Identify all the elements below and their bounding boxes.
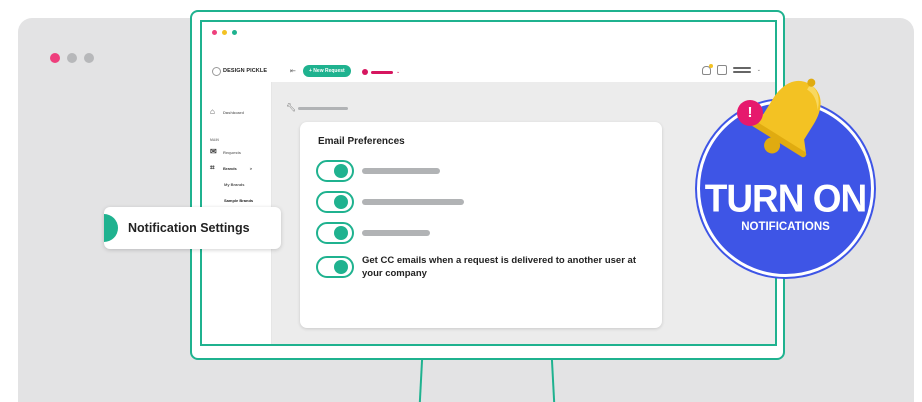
sidebar-section-main: MAIN xyxy=(210,138,219,142)
sidebar-item-my-brands[interactable]: My Brands xyxy=(224,182,244,187)
callout-label: Notification Settings xyxy=(128,221,250,235)
app-topbar: DESIGN PICKLE ⇤ + New Request ⌄ ⌄ xyxy=(202,60,775,82)
cc-emails-toggle[interactable] xyxy=(316,256,354,278)
wrench-icon: 🔧︎ xyxy=(286,103,297,112)
brand-selector[interactable]: ⌄ xyxy=(362,69,400,75)
preference-label-placeholder xyxy=(362,199,464,205)
preference-toggle[interactable] xyxy=(316,191,354,213)
window-controls xyxy=(50,53,94,63)
logo[interactable]: DESIGN PICKLE xyxy=(212,66,268,76)
cc-user-icon[interactable] xyxy=(716,65,727,75)
minimize-dot-icon[interactable] xyxy=(222,30,227,35)
home-icon: ⌂ xyxy=(210,107,215,116)
sidebar-item-requests[interactable]: ✉ Requests xyxy=(210,148,241,156)
preference-label-placeholder xyxy=(362,168,440,174)
brand-name-placeholder xyxy=(371,70,393,74)
chevron-down-icon: ⌄ xyxy=(396,69,401,75)
callout-accent xyxy=(104,214,118,242)
pickle-logo-icon xyxy=(212,66,221,76)
chevron-right-icon: > xyxy=(249,165,253,171)
illustration: DESIGN PICKLE ⇤ + New Request ⌄ ⌄ ⌂ Dash… xyxy=(0,0,922,402)
preference-row xyxy=(316,160,440,182)
requests-icon: ✉ xyxy=(210,147,217,156)
sidebar-item-label: Dashboard xyxy=(223,109,244,115)
sidebar-item-sample-brands[interactable]: Sample Brands xyxy=(224,198,253,203)
monitor-screen: DESIGN PICKLE ⇤ + New Request ⌄ ⌄ ⌂ Dash… xyxy=(200,20,777,346)
new-request-button[interactable]: + New Request xyxy=(303,65,351,77)
preference-toggle[interactable] xyxy=(316,222,354,244)
close-dot-icon xyxy=(50,53,60,63)
preference-toggle[interactable] xyxy=(316,160,354,182)
sidebar-item-label: Brands xyxy=(223,165,237,171)
breadcrumb-placeholder xyxy=(298,106,348,110)
tag-icon: ⌗ xyxy=(210,163,215,172)
email-preferences-card: Email Preferences Get CC emails when a r… xyxy=(300,122,662,328)
maximize-dot-icon xyxy=(84,53,94,63)
breadcrumb: 🔧︎ xyxy=(286,104,348,112)
alert-badge: ! xyxy=(737,100,763,126)
preference-row-cc-emails: Get CC emails when a request is delivere… xyxy=(316,254,642,280)
collapse-sidebar-icon[interactable]: ⇤ xyxy=(290,67,296,75)
card-title: Email Preferences xyxy=(318,136,405,147)
notification-bell-icon[interactable] xyxy=(701,63,713,75)
preference-row xyxy=(316,191,464,213)
screen-window-controls xyxy=(212,30,237,35)
close-dot-icon[interactable] xyxy=(212,30,217,35)
sidebar-item-brands[interactable]: ⌗ Brands > xyxy=(210,164,252,172)
minimize-dot-icon xyxy=(67,53,77,63)
preference-label-placeholder xyxy=(362,230,430,236)
sidebar-item-dashboard[interactable]: ⌂ Dashboard xyxy=(210,108,244,116)
preference-row xyxy=(316,222,430,244)
monitor-frame: DESIGN PICKLE ⇤ + New Request ⌄ ⌄ ⌂ Dash… xyxy=(190,10,785,360)
maximize-dot-icon[interactable] xyxy=(232,30,237,35)
notification-settings-callout[interactable]: Notification Settings xyxy=(104,207,281,249)
badge-title: TURN ON xyxy=(704,176,868,220)
logo-text: DESIGN PICKLE xyxy=(223,68,268,74)
badge-subtitle: NOTIFICATIONS xyxy=(741,221,830,233)
sidebar-item-label: Requests xyxy=(223,149,242,155)
cc-emails-label: Get CC emails when a request is delivere… xyxy=(362,255,637,279)
brand-color-icon xyxy=(362,69,368,75)
